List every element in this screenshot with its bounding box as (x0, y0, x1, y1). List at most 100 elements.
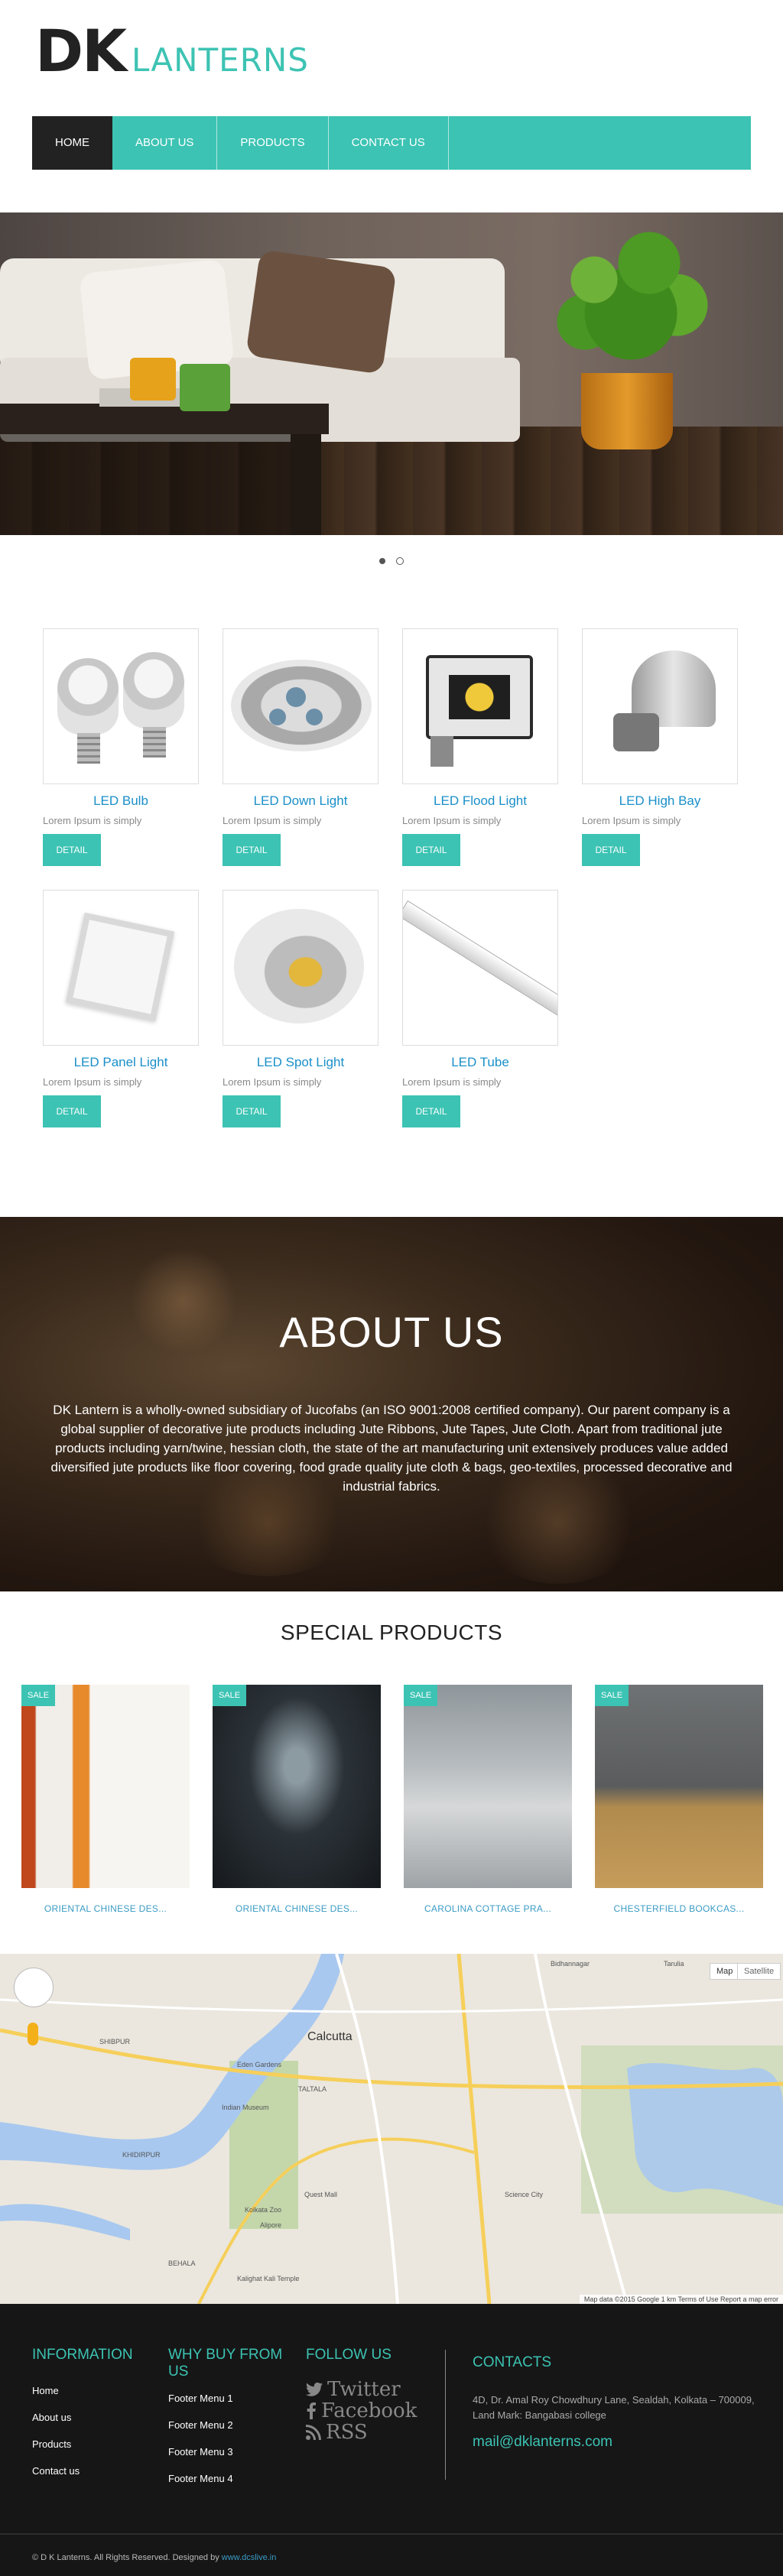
detail-button[interactable]: DETAIL (582, 834, 640, 866)
hero-slider[interactable] (0, 213, 783, 535)
product-card: LED Panel Light Lorem Ipsum is simply DE… (43, 890, 199, 1127)
map-label: Quest Mall (304, 2191, 338, 2198)
facebook-link[interactable]: Facebook (306, 2400, 417, 2422)
product-desc: Lorem Ipsum is simply (582, 815, 681, 826)
rss-icon (306, 2425, 321, 2440)
product-card: LED Flood Light Lorem Ipsum is simply DE… (402, 628, 558, 866)
detail-button[interactable]: DETAIL (223, 1095, 281, 1127)
led-dot (286, 687, 306, 707)
product-image-led-bulb[interactable] (43, 628, 199, 784)
product-image-led-tube[interactable] (402, 890, 558, 1046)
map-pan-control-icon[interactable] (14, 1968, 54, 2007)
rss-link[interactable]: RSS (306, 2422, 417, 2443)
special-product-name[interactable]: ORIENTAL CHINESE DES... (213, 1903, 381, 1914)
product-desc: Lorem Ipsum is simply (402, 815, 502, 826)
detail-button[interactable]: DETAIL (43, 1095, 101, 1127)
special-product-name[interactable]: ORIENTAL CHINESE DES... (21, 1903, 190, 1914)
product-title[interactable]: LED Bulb (43, 793, 199, 809)
map-type-map-button[interactable]: Map (710, 1963, 740, 1980)
detail-button[interactable]: DETAIL (223, 834, 281, 866)
footer-menu-link[interactable]: Footer Menu 2 (168, 2419, 291, 2431)
bulb-graphic (123, 652, 184, 728)
product-image-led-spot-light[interactable] (223, 890, 379, 1046)
map-label: BEHALA (168, 2260, 196, 2267)
green-mug (180, 364, 230, 411)
product-desc: Lorem Ipsum is simply (43, 815, 142, 826)
footer-rule (0, 2533, 783, 2535)
product-title[interactable]: LED Panel Light (43, 1055, 199, 1070)
facebook-label: Facebook (321, 2399, 417, 2422)
pegman-icon[interactable] (28, 2023, 38, 2046)
rss-label: RSS (326, 2421, 368, 2444)
map-type-satellite-button[interactable]: Satellite (737, 1963, 781, 1980)
twitter-link[interactable]: Twitter (306, 2379, 417, 2400)
site-logo[interactable]: DK LANTERNS (35, 17, 309, 85)
footer-link-products[interactable]: Products (32, 2438, 133, 2450)
product-card: LED Down Light Lorem Ipsum is simply DET… (223, 628, 379, 866)
footer-why-buy: WHY BUY FROM US Footer Menu 1 Footer Men… (168, 2347, 291, 2484)
nav-home[interactable]: HOME (32, 116, 112, 170)
led-dot (269, 709, 286, 725)
tube-graphic (403, 900, 557, 1022)
logo-lanterns: LANTERNS (131, 41, 309, 79)
footer-link-contact[interactable]: Contact us (32, 2465, 133, 2477)
cushion-brown (245, 249, 397, 375)
footer-link-home[interactable]: Home (32, 2385, 133, 2396)
product-title[interactable]: LED High Bay (582, 793, 738, 809)
special-product-image[interactable]: SALE (21, 1685, 190, 1888)
designer-link[interactable]: www.dcslive.in (222, 2553, 277, 2562)
product-title[interactable]: LED Tube (402, 1055, 558, 1070)
contact-email[interactable]: mail@dklanterns.com (473, 2434, 755, 2451)
product-title[interactable]: LED Spot Light (223, 1055, 379, 1070)
sale-badge: SALE (213, 1685, 247, 1706)
spotlight-graphic (234, 909, 364, 1024)
detail-button[interactable]: DETAIL (402, 1095, 460, 1127)
footer-link-about[interactable]: About us (32, 2412, 133, 2423)
product-image-led-panel-light[interactable] (43, 890, 199, 1046)
nav-contact-us[interactable]: CONTACT US (329, 116, 449, 170)
twitter-icon (306, 2382, 323, 2396)
footer-menu-link[interactable]: Footer Menu 1 (168, 2393, 291, 2404)
nav-products[interactable]: PRODUCTS (217, 116, 329, 170)
slider-dots (0, 557, 783, 565)
product-image-led-down-light[interactable] (223, 628, 379, 784)
product-title[interactable]: LED Flood Light (402, 793, 558, 809)
highbay-driver (613, 713, 659, 751)
slider-dot-1[interactable] (379, 558, 385, 564)
floodlight-bracket (430, 736, 453, 767)
footer-menu-link[interactable]: Footer Menu 3 (168, 2446, 291, 2458)
product-image-led-high-bay[interactable] (582, 628, 738, 784)
product-card: LED Spot Light Lorem Ipsum is simply DET… (223, 890, 379, 1127)
floodlight-lens (449, 675, 510, 719)
product-title[interactable]: LED Down Light (223, 793, 379, 809)
special-product-image[interactable]: SALE (595, 1685, 763, 1888)
coffee-table-shadow (0, 434, 321, 535)
nav-about-us[interactable]: ABOUT US (112, 116, 218, 170)
plant-pot (581, 373, 673, 449)
footer-heading: INFORMATION (32, 2347, 133, 2363)
detail-button[interactable]: DETAIL (43, 834, 101, 866)
map-label: Indian Museum (222, 2104, 269, 2111)
special-product-card: SALE ORIENTAL CHINESE DES... (21, 1685, 190, 1914)
special-product-name[interactable]: CAROLINA COTTAGE PRA... (404, 1903, 572, 1914)
slider-dot-2[interactable] (396, 557, 404, 565)
footer-menu-link[interactable]: Footer Menu 4 (168, 2473, 291, 2484)
special-product-image[interactable]: SALE (404, 1685, 572, 1888)
product-image-led-flood-light[interactable] (402, 628, 558, 784)
about-section: ABOUT US DK Lantern is a wholly-owned su… (0, 1217, 783, 1591)
product-card: LED High Bay Lorem Ipsum is simply DETAI… (582, 628, 738, 866)
logo-dk: DK (35, 17, 127, 85)
map-label: Eden Gardens (237, 2061, 282, 2068)
sale-badge: SALE (21, 1685, 56, 1706)
facebook-icon (307, 2402, 316, 2419)
location-map[interactable]: Calcutta SHIBPUR Indian Museum Eden Gard… (0, 1954, 783, 2304)
map-label: Calcutta (307, 2030, 353, 2043)
special-product-card: SALE CHESTERFIELD BOOKCAS... (595, 1685, 763, 1914)
map-label: Bidhannagar (551, 1960, 590, 1968)
detail-button[interactable]: DETAIL (402, 834, 460, 866)
map-drawing (0, 1954, 783, 2304)
special-product-name[interactable]: CHESTERFIELD BOOKCAS... (595, 1903, 763, 1914)
about-text: DK Lantern is a wholly-owned subsidiary … (50, 1403, 733, 1494)
footer-information: INFORMATION Home About us Products Conta… (32, 2347, 133, 2477)
special-product-image[interactable]: SALE (213, 1685, 381, 1888)
